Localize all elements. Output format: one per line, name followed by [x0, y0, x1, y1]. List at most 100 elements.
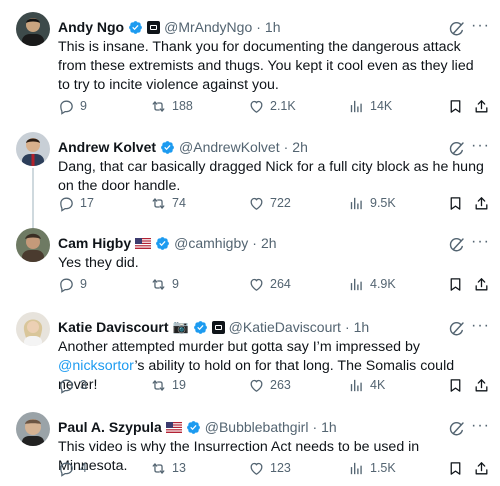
tweet[interactable]: Cam Higby @camhigby · 2h ··· Yes they di… [0, 228, 500, 300]
timestamp[interactable]: 1h [265, 19, 281, 35]
reply-count: 9 [80, 99, 87, 113]
action-bar: 9 9 264 4.9K [58, 275, 490, 293]
like-count: 2.1K [270, 99, 296, 113]
display-name[interactable]: Andrew Kolvet [58, 139, 156, 155]
views-chart-icon [348, 460, 365, 477]
timestamp[interactable]: 2h [261, 235, 277, 251]
display-name[interactable]: Andy Ngo [58, 19, 124, 35]
repost-icon [150, 276, 167, 293]
avatar[interactable] [16, 312, 50, 346]
share-button[interactable] [473, 195, 495, 212]
timestamp[interactable]: 1h [354, 319, 370, 335]
username[interactable]: @AndrewKolvet [179, 139, 280, 155]
bookmark-button[interactable] [447, 98, 469, 115]
reply-icon [58, 460, 75, 477]
view-count: 9.5K [370, 196, 396, 210]
share-button[interactable] [473, 377, 495, 394]
grok-icon[interactable] [448, 320, 466, 338]
views-button[interactable]: 9.5K [348, 195, 396, 212]
repost-count: 13 [172, 461, 186, 475]
repost-count: 19 [172, 378, 186, 392]
like-button[interactable]: 264 [248, 276, 291, 293]
repost-icon [150, 195, 167, 212]
separator-dot: · [312, 419, 318, 435]
bookmark-button[interactable] [447, 460, 469, 477]
views-button[interactable]: 14K [348, 98, 392, 115]
display-name[interactable]: Katie Daviscourt [58, 319, 168, 335]
like-button[interactable]: 263 [248, 377, 291, 394]
reply-button[interactable]: 4 [58, 460, 87, 477]
username[interactable]: @camhigby [174, 235, 248, 251]
share-button[interactable] [473, 98, 495, 115]
timestamp[interactable]: 1h [321, 419, 337, 435]
tweet-header: Katie Daviscourt 📷 @KatieDaviscourt · 1h [58, 318, 490, 336]
tweet[interactable]: Andy Ngo @MrAndyNgo · 1h ··· This is ins… [0, 12, 500, 124]
repost-count: 9 [172, 277, 179, 291]
bookmark-button[interactable] [447, 377, 469, 394]
views-button[interactable]: 1.5K [348, 460, 396, 477]
verified-badge-icon [128, 20, 143, 35]
repost-button[interactable]: 19 [150, 377, 186, 394]
display-name[interactable]: Cam Higby [58, 235, 131, 251]
bookmark-icon [447, 276, 464, 293]
avatar[interactable] [16, 412, 50, 446]
camera-emoji-icon: 📷 [172, 319, 189, 334]
reply-count: 4 [80, 461, 87, 475]
tweet[interactable]: Paul A. Szypula @Bubblebathgirl · 1h ···… [0, 412, 500, 484]
like-button[interactable]: 722 [248, 195, 291, 212]
grok-icon[interactable] [448, 140, 466, 158]
tweet[interactable]: Katie Daviscourt 📷 @KatieDaviscourt · 1h… [0, 312, 500, 398]
username[interactable]: @Bubblebathgirl [205, 419, 309, 435]
views-chart-icon [348, 276, 365, 293]
more-options-icon[interactable]: ··· [471, 418, 490, 434]
repost-count: 74 [172, 196, 186, 210]
view-count: 4.9K [370, 277, 396, 291]
repost-icon [150, 377, 167, 394]
views-chart-icon [348, 195, 365, 212]
reply-button[interactable]: 3 [58, 377, 87, 394]
more-options-icon[interactable]: ··· [471, 318, 490, 334]
display-name[interactable]: Paul A. Szypula [58, 419, 162, 435]
verified-badge-icon [186, 420, 201, 435]
tweet-header: Andy Ngo @MrAndyNgo · 1h [58, 18, 490, 36]
tweet-text: Dang, that car basically dragged Nick fo… [58, 159, 484, 194]
repost-button[interactable]: 188 [150, 98, 193, 115]
views-button[interactable]: 4K [348, 377, 385, 394]
timestamp[interactable]: 2h [292, 139, 308, 155]
username[interactable]: @MrAndyNgo [164, 19, 252, 35]
repost-button[interactable]: 13 [150, 460, 186, 477]
reply-button[interactable]: 9 [58, 276, 87, 293]
more-options-icon[interactable]: ··· [471, 138, 490, 154]
us-flag-icon [135, 238, 151, 249]
action-bar: 9 188 2.1K 14K [58, 97, 490, 115]
username[interactable]: @KatieDaviscourt [229, 319, 341, 335]
action-bar: 3 19 263 4K [58, 376, 490, 394]
like-button[interactable]: 123 [248, 460, 291, 477]
view-count: 4K [370, 378, 386, 392]
repost-icon [150, 98, 167, 115]
bookmark-button[interactable] [447, 195, 469, 212]
reply-button[interactable]: 17 [58, 195, 94, 212]
reply-count: 17 [80, 196, 94, 210]
avatar[interactable] [16, 228, 50, 262]
repost-button[interactable]: 9 [150, 276, 179, 293]
grok-icon[interactable] [448, 236, 466, 254]
avatar[interactable] [16, 12, 50, 46]
grok-icon[interactable] [448, 420, 466, 438]
bookmark-icon [447, 98, 464, 115]
avatar[interactable] [16, 132, 50, 166]
bookmark-button[interactable] [447, 276, 469, 293]
share-button[interactable] [473, 276, 495, 293]
repost-button[interactable]: 74 [150, 195, 186, 212]
views-button[interactable]: 4.9K [348, 276, 396, 293]
reply-button[interactable]: 9 [58, 98, 87, 115]
tweet[interactable]: Andrew Kolvet @AndrewKolvet · 2h ··· Dan… [0, 132, 500, 224]
mention-link[interactable]: @nicksortor [58, 358, 134, 374]
share-button[interactable] [473, 460, 495, 477]
more-options-icon[interactable]: ··· [471, 18, 490, 34]
like-button[interactable]: 2.1K [248, 98, 296, 115]
grok-icon[interactable] [448, 20, 466, 38]
repost-count: 188 [172, 99, 193, 113]
reply-icon [58, 377, 75, 394]
more-options-icon[interactable]: ··· [471, 234, 490, 250]
